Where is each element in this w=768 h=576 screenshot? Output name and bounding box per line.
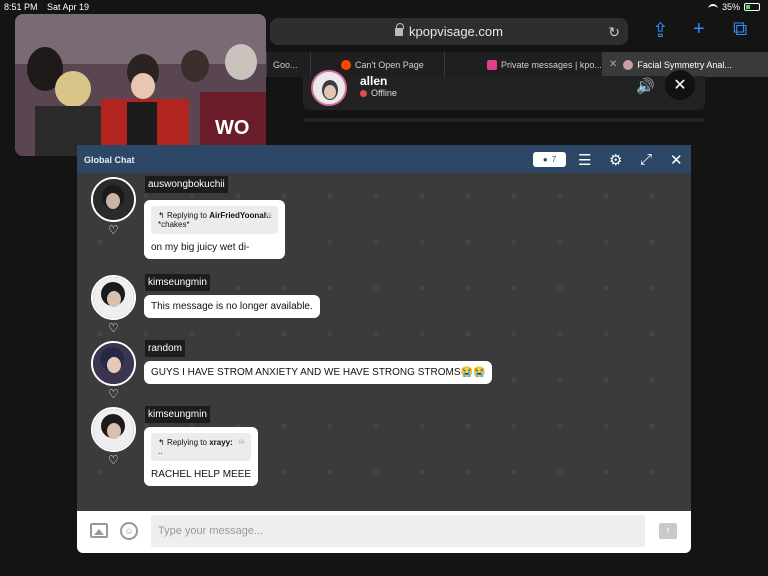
online-count-badge[interactable]: ● 7 bbox=[533, 152, 566, 167]
heart-icon[interactable]: ♡ bbox=[108, 223, 119, 237]
expand-icon[interactable]: ⤢ bbox=[640, 151, 652, 168]
offline-dot bbox=[360, 89, 367, 97]
wifi-icon bbox=[707, 3, 718, 11]
message-text: GUYS I HAVE STROM ANXIETY AND WE HAVE ST… bbox=[151, 367, 486, 378]
video-frame: WO bbox=[15, 14, 266, 156]
caller-status: Offline bbox=[360, 88, 397, 98]
new-tab-icon[interactable]: + bbox=[693, 18, 705, 41]
reply-quote[interactable]: ↰ Replying to xrayy: .. ❝ bbox=[151, 433, 252, 461]
avatar[interactable] bbox=[91, 407, 136, 452]
speaker-icon[interactable]: 🔊 bbox=[636, 77, 655, 95]
avatar[interactable] bbox=[91, 177, 136, 222]
image-upload-icon[interactable] bbox=[90, 523, 108, 538]
share-icon[interactable]: ⇪ bbox=[652, 18, 669, 43]
gear-icon[interactable]: ⚙ bbox=[609, 151, 622, 169]
status-date: Sat Apr 19 bbox=[47, 2, 90, 12]
kpopvisage-icon bbox=[487, 59, 497, 70]
message-bubble: This message is no longer available. bbox=[144, 295, 320, 318]
heart-icon[interactable]: ♡ bbox=[108, 453, 119, 467]
heart-icon[interactable]: ♡ bbox=[108, 387, 119, 401]
chat-input-bar: ☺ ↑ bbox=[77, 511, 691, 553]
message-bubble: GUYS I HAVE STROM ANXIETY AND WE HAVE ST… bbox=[144, 361, 493, 384]
face-icon bbox=[623, 59, 634, 70]
global-chat-window: Global Chat ● 7 ☰ ⚙ ⤢ ✕ ♡ auswongbokuchi… bbox=[77, 145, 691, 553]
reply-quote[interactable]: ↰ Replying to AirFriedYoonah: *chakes* ❝ bbox=[151, 206, 279, 234]
lock-icon bbox=[395, 22, 405, 36]
reddit-icon bbox=[341, 59, 351, 70]
avatar[interactable] bbox=[91, 341, 136, 386]
avatar[interactable] bbox=[91, 275, 136, 320]
divider bbox=[303, 118, 705, 122]
message-text: RACHEL HELP MEEE bbox=[151, 469, 252, 480]
svg-text:WO: WO bbox=[215, 117, 249, 139]
quote-icon: ❝ bbox=[264, 209, 273, 225]
username[interactable]: kimseungmin bbox=[145, 274, 210, 291]
tab-close-icon[interactable]: ✕ bbox=[609, 59, 617, 70]
list-icon[interactable]: ☰ bbox=[578, 151, 591, 169]
status-time: 8:51 PM bbox=[4, 2, 38, 12]
close-chat-icon[interactable]: ✕ bbox=[670, 151, 683, 169]
send-button[interactable]: ↑ bbox=[659, 523, 677, 539]
battery-icon bbox=[744, 3, 760, 11]
username[interactable]: random bbox=[145, 340, 185, 357]
username[interactable]: kimseungmin bbox=[145, 406, 210, 423]
reply-arrow-icon: ↰ bbox=[158, 211, 165, 220]
battery-percent: 35% bbox=[721, 2, 740, 12]
tab-google[interactable]: Goo... bbox=[266, 52, 310, 77]
tabs-overview-icon[interactable]: ⧉ bbox=[733, 18, 747, 41]
message-bubble: ↰ Replying to AirFriedYoonah: *chakes* ❝… bbox=[144, 200, 286, 259]
address-bar[interactable]: kpopvisage.com ↻ bbox=[270, 18, 628, 45]
quote-icon: ❝ bbox=[237, 436, 246, 452]
message-input[interactable] bbox=[151, 515, 645, 547]
reload-icon[interactable]: ↻ bbox=[608, 24, 620, 41]
emoji-icon[interactable]: ☺ bbox=[120, 522, 138, 540]
reply-arrow-icon: ↰ bbox=[158, 438, 165, 447]
username[interactable]: auswongbokuchii bbox=[145, 176, 228, 193]
message-text: on my big juicy wet di- bbox=[151, 242, 250, 253]
user-icon: ● bbox=[542, 155, 548, 164]
call-bar: allen Offline 🔊 ✕ bbox=[303, 70, 705, 110]
chat-header: Global Chat ● 7 ☰ ⚙ ⤢ ✕ bbox=[77, 145, 691, 173]
caller-name: allen bbox=[360, 74, 388, 88]
caller-avatar bbox=[311, 70, 347, 106]
message-text: This message is no longer available. bbox=[151, 301, 313, 312]
status-right: 35% bbox=[707, 2, 760, 12]
chat-title: Global Chat bbox=[84, 155, 135, 165]
close-call-button[interactable]: ✕ bbox=[665, 70, 695, 100]
chat-messages[interactable]: ♡ auswongbokuchii ↰ Replying to AirFried… bbox=[77, 173, 691, 511]
picture-in-picture-video[interactable]: WO bbox=[15, 14, 266, 156]
tab-private-messages[interactable]: Private messages | kpo... bbox=[444, 52, 602, 77]
tab-bar: Goo... Can't Open Page Private messages … bbox=[266, 52, 768, 77]
message-bubble: ↰ Replying to xrayy: .. ❝ RACHEL HELP ME… bbox=[144, 427, 259, 486]
url-text: kpopvisage.com bbox=[409, 24, 503, 39]
heart-icon[interactable]: ♡ bbox=[108, 321, 119, 335]
